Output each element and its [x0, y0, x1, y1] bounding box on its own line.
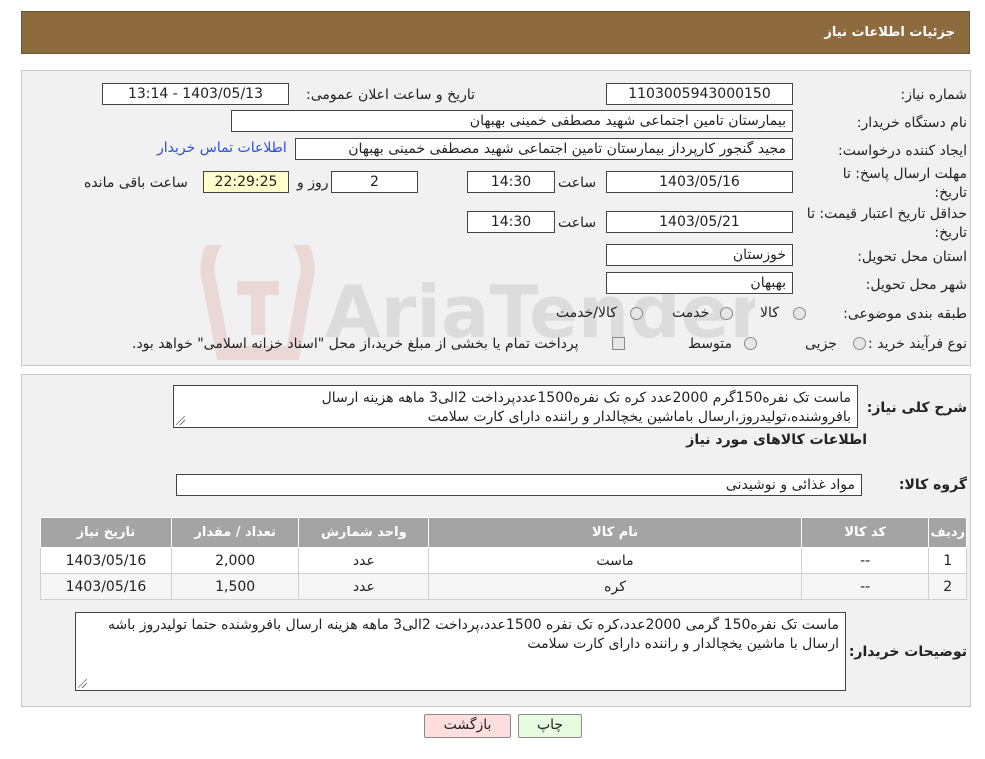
- category-option-service: خدمت: [672, 305, 710, 321]
- treasury-note: پرداخت تمام یا بخشی از مبلغ خرید،از محل …: [132, 336, 579, 352]
- back-button[interactable]: بازگشت: [424, 714, 511, 738]
- process-radio-minor[interactable]: [853, 337, 866, 350]
- treasury-checkbox[interactable]: [612, 337, 625, 350]
- cell-date: 1403/05/16: [40, 573, 172, 600]
- price-validity-label-2: تاریخ:: [934, 225, 967, 241]
- goods-table: ردیف کد کالا نام کالا واحد شمارش تعداد /…: [40, 517, 967, 600]
- cell-quantity: 2,000: [170, 547, 300, 574]
- days-label: روز و: [297, 175, 329, 191]
- cell-unit: عدد: [298, 547, 430, 574]
- page-title: جزئیات اطلاعات نیاز: [824, 25, 955, 40]
- goods-section-title: اطلاعات کالاهای مورد نیاز: [686, 432, 867, 448]
- category-label: طبقه بندی موضوعی:: [843, 306, 967, 322]
- time-remaining-label: ساعت باقی مانده: [84, 175, 188, 191]
- category-radio-goods[interactable]: [793, 307, 806, 320]
- cell-row: 1: [928, 547, 967, 574]
- need-description-label: شرح کلی نیاز:: [866, 400, 967, 416]
- reply-time-field: 14:30: [467, 171, 555, 193]
- city-label: شهر محل تحویل:: [865, 277, 967, 293]
- resize-grip-icon[interactable]: [78, 679, 87, 688]
- process-option-minor: جزیی: [805, 336, 837, 352]
- cell-unit: عدد: [298, 573, 430, 600]
- need-number-field: 1103005943000150: [606, 83, 793, 105]
- col-date: تاریخ نیاز: [40, 517, 172, 548]
- category-radio-goods-service[interactable]: [630, 307, 643, 320]
- reply-deadline-label: مهلت ارسال پاسخ: تا: [842, 166, 967, 182]
- col-quantity: تعداد / مقدار: [170, 517, 300, 548]
- col-name: نام کالا: [428, 517, 802, 548]
- category-radio-service[interactable]: [720, 307, 733, 320]
- cell-name: ماست: [428, 547, 802, 574]
- time-remaining-field: 22:29:25: [203, 171, 289, 193]
- cell-date: 1403/05/16: [40, 547, 172, 574]
- buyer-notes-text: ماست تک نفره150 گرمی 2000عدد،کره تک نفره…: [107, 617, 839, 652]
- table-row: 2 -- کره عدد 1,500 1403/05/16: [40, 573, 967, 600]
- reply-deadline-label-2: تاریخ:: [934, 185, 967, 201]
- cell-quantity: 1,500: [170, 573, 300, 600]
- goods-group-label: گروه کالا:: [898, 477, 967, 493]
- buyer-org-field: بیمارستان تامین اجتماعی شهید مصطفی خمینی…: [231, 110, 793, 132]
- price-time-label: ساعت: [558, 215, 597, 231]
- price-validity-label: حداقل تاریخ اعتبار قیمت: تا: [806, 206, 967, 222]
- buyer-org-label: نام دستگاه خریدار:: [856, 115, 967, 131]
- goods-table-header: ردیف کد کالا نام کالا واحد شمارش تعداد /…: [40, 517, 967, 548]
- price-date-field: 1403/05/21: [606, 211, 793, 233]
- need-description-text: ماست تک نفره150گرم 2000عدد کره تک نفره15…: [321, 390, 851, 425]
- buyer-notes-textarea[interactable]: ماست تک نفره150 گرمی 2000عدد،کره تک نفره…: [75, 612, 846, 691]
- buyer-notes-label: توضیحات خریدار:: [848, 644, 967, 660]
- process-type-label: نوع فرآیند خرید :: [868, 336, 967, 352]
- cell-row: 2: [928, 573, 967, 600]
- category-option-goods: کالا: [760, 305, 779, 321]
- reply-time-label: ساعت: [558, 175, 597, 191]
- col-code: کد کالا: [800, 517, 930, 548]
- page-header: جزئیات اطلاعات نیاز: [21, 11, 970, 54]
- resize-grip-icon[interactable]: [176, 416, 185, 425]
- cell-name: کره: [428, 573, 802, 600]
- category-option-goods-service: کالا/خدمت: [556, 305, 617, 321]
- creator-field: مجید گنجور کارپرداز بیمارستان تامین اجتم…: [295, 138, 793, 160]
- province-label: استان محل تحویل:: [857, 249, 967, 265]
- buyer-contact-link[interactable]: اطلاعات تماس خریدار: [157, 140, 287, 156]
- province-field: خوزستان: [606, 244, 793, 266]
- table-row: 1 -- ماست عدد 2,000 1403/05/16: [40, 547, 967, 574]
- goods-group-field: مواد غذائی و نوشیدنی: [176, 474, 862, 496]
- process-radio-medium[interactable]: [744, 337, 757, 350]
- city-field: بهبهان: [606, 272, 793, 294]
- col-unit: واحد شمارش: [298, 517, 430, 548]
- announce-date-label: تاریخ و ساعت اعلان عمومی:: [306, 87, 475, 103]
- days-remaining-field: 2: [331, 171, 418, 193]
- price-time-field: 14:30: [467, 211, 555, 233]
- cell-code: --: [800, 573, 930, 600]
- print-button[interactable]: چاپ: [518, 714, 582, 738]
- need-description-textarea[interactable]: ماست تک نفره150گرم 2000عدد کره تک نفره15…: [173, 385, 858, 428]
- creator-label: ایجاد کننده درخواست:: [838, 143, 967, 159]
- col-row: ردیف: [928, 517, 967, 548]
- process-option-medium: متوسط: [688, 336, 732, 352]
- reply-date-field: 1403/05/16: [606, 171, 793, 193]
- need-number-label: شماره نیاز:: [900, 87, 968, 103]
- cell-code: --: [800, 547, 930, 574]
- announce-date-field: 1403/05/13 - 13:14: [102, 83, 289, 105]
